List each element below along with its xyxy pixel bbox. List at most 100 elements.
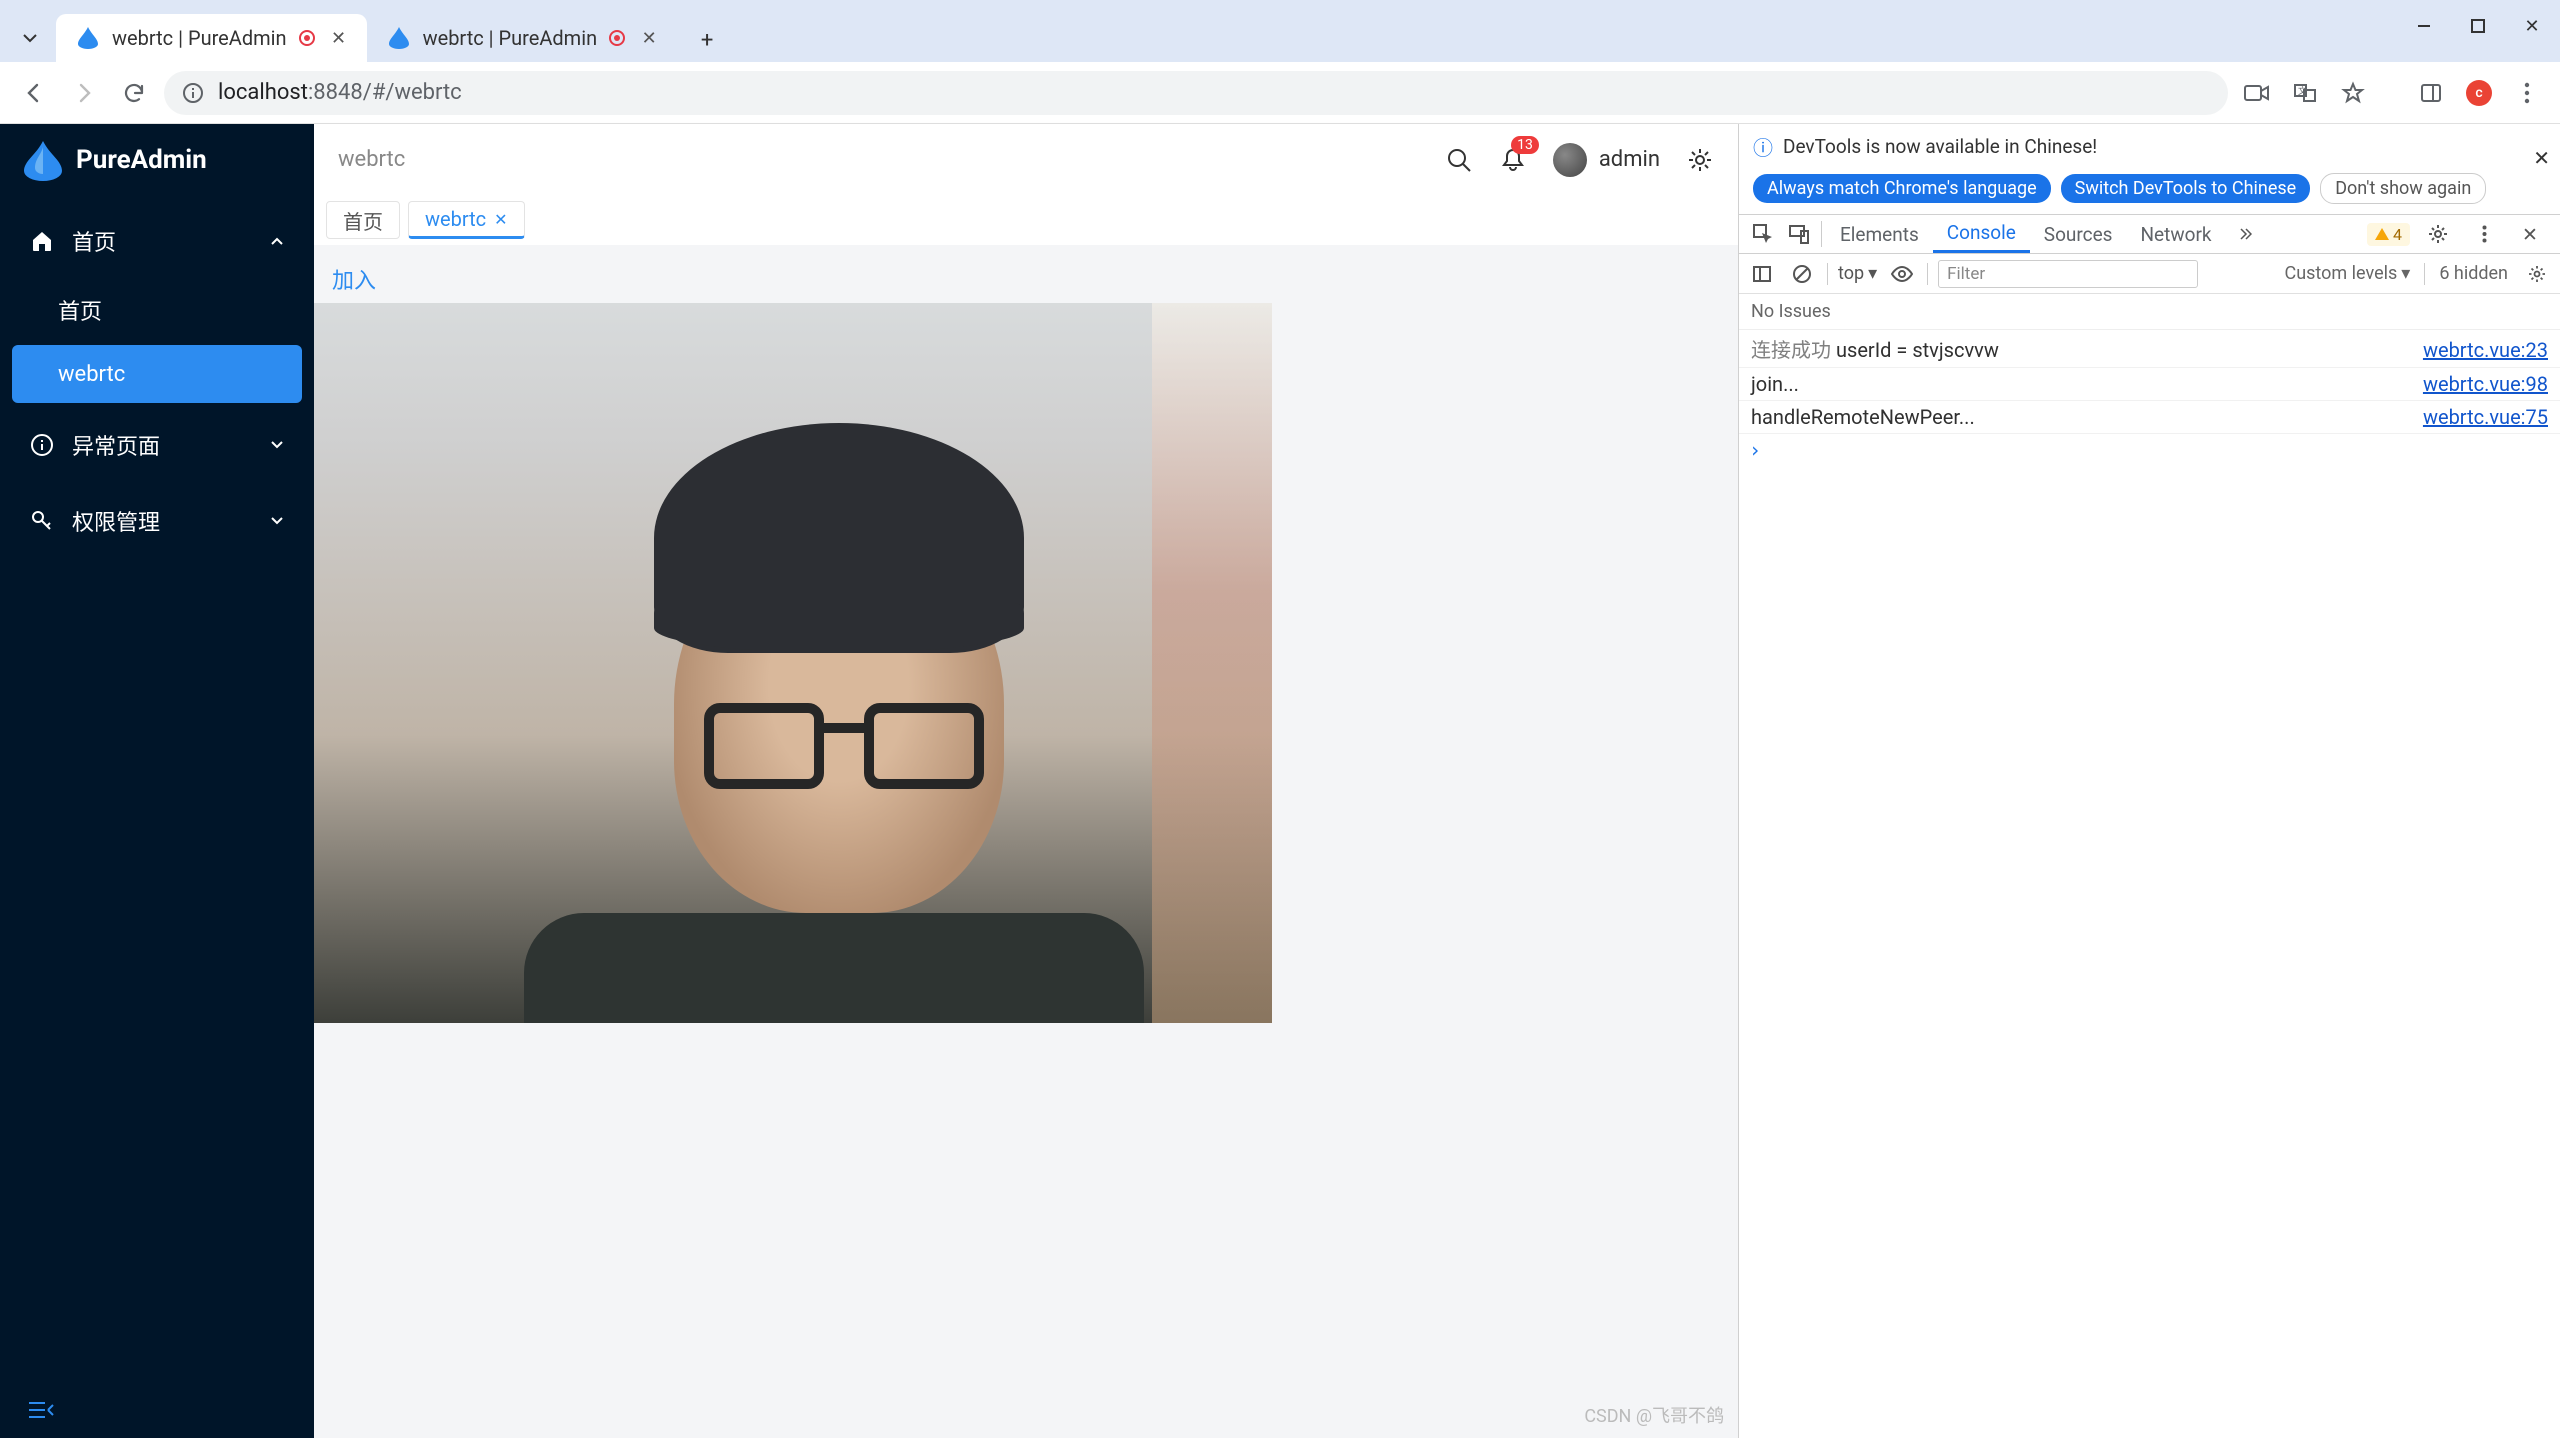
site-info-icon[interactable] bbox=[182, 82, 204, 104]
settings-gear-icon[interactable] bbox=[1686, 146, 1714, 174]
svg-text:文: 文 bbox=[2298, 85, 2307, 97]
chevron-up-icon bbox=[270, 234, 284, 248]
sidebar-item-home[interactable]: 首页 bbox=[0, 203, 314, 279]
recording-indicator-icon bbox=[299, 30, 315, 46]
tab-close-button[interactable]: ✕ bbox=[637, 26, 661, 50]
console-settings-icon[interactable] bbox=[2522, 259, 2552, 289]
tab-home[interactable]: 首页 bbox=[326, 201, 400, 239]
console-filter-input[interactable]: Filter bbox=[1938, 260, 2198, 288]
app-logo[interactable]: PureAdmin bbox=[0, 124, 314, 195]
console-log-list: 连接成功 userId = stvjscvvw webrtc.vue:23 jo… bbox=[1739, 330, 2560, 466]
window-minimize-button[interactable] bbox=[2406, 8, 2442, 44]
translate-icon[interactable]: 文 bbox=[2286, 74, 2324, 112]
sidebar-item-label: webrtc bbox=[58, 362, 125, 387]
console-log-row: join... webrtc.vue:98 bbox=[1739, 368, 2560, 401]
devtools-panel: ⓘ DevTools is now available in Chinese! … bbox=[1738, 124, 2560, 1438]
nav-forward-button[interactable] bbox=[64, 73, 104, 113]
devtools-settings-icon[interactable] bbox=[2420, 224, 2456, 244]
console-log-row: handleRemoteNewPeer... webrtc.vue:75 bbox=[1739, 401, 2560, 434]
issues-bar[interactable]: No Issues bbox=[1739, 294, 2560, 330]
sidebar-item-label: 首页 bbox=[72, 225, 116, 257]
window-maximize-button[interactable] bbox=[2460, 8, 2496, 44]
search-icon[interactable] bbox=[1445, 146, 1473, 174]
window-close-button[interactable]: ✕ bbox=[2514, 8, 2550, 44]
console-log-row: 连接成功 userId = stvjscvvw webrtc.vue:23 bbox=[1739, 330, 2560, 368]
clear-console-icon[interactable] bbox=[1787, 259, 1817, 289]
chevron-down-icon bbox=[270, 514, 284, 528]
favicon-drop-icon bbox=[387, 26, 411, 50]
devtools-close-button[interactable]: ✕ bbox=[2512, 223, 2548, 246]
panel-tabs-more-icon[interactable] bbox=[2226, 215, 2262, 253]
device-toggle-icon[interactable] bbox=[1781, 215, 1817, 253]
inspect-element-icon[interactable] bbox=[1745, 215, 1781, 253]
tab-close-icon[interactable]: ✕ bbox=[494, 210, 507, 229]
live-expression-eye-icon[interactable] bbox=[1887, 259, 1917, 289]
browser-tab-title: webrtc | PureAdmin bbox=[423, 26, 598, 50]
notification-bell-icon[interactable]: 13 bbox=[1499, 146, 1527, 174]
tab-label: 首页 bbox=[343, 206, 383, 235]
log-source-link[interactable]: webrtc.vue:23 bbox=[2423, 338, 2548, 362]
browser-tab-title: webrtc | PureAdmin bbox=[112, 26, 287, 50]
sidebar-item-permissions[interactable]: 权限管理 bbox=[0, 483, 314, 559]
browser-menu-button[interactable] bbox=[2508, 74, 2546, 112]
panel-tab-sources[interactable]: Sources bbox=[2030, 215, 2127, 253]
tab-close-button[interactable]: ✕ bbox=[327, 26, 351, 50]
user-menu[interactable]: admin bbox=[1553, 143, 1660, 177]
hidden-count: 6 hidden bbox=[2439, 263, 2508, 284]
breadcrumb: webrtc bbox=[338, 147, 405, 172]
favicon-drop-icon bbox=[76, 26, 100, 50]
sidebar-subitem-home[interactable]: 首页 bbox=[0, 279, 314, 341]
warning-triangle-icon bbox=[2375, 228, 2389, 240]
notification-badge: 13 bbox=[1511, 136, 1539, 155]
log-source-link[interactable]: webrtc.vue:98 bbox=[2423, 372, 2548, 396]
page-tabs-bar: 首页 webrtc ✕ bbox=[314, 195, 1738, 245]
chip-always-match[interactable]: Always match Chrome's language bbox=[1753, 174, 2051, 203]
chip-switch-language[interactable]: Switch DevTools to Chinese bbox=[2061, 174, 2311, 203]
console-prompt[interactable]: › bbox=[1739, 434, 2560, 466]
recording-indicator-icon bbox=[609, 30, 625, 46]
sidebar-subitem-webrtc[interactable]: webrtc bbox=[12, 345, 302, 403]
devtools-menu-icon[interactable] bbox=[2466, 225, 2502, 243]
new-tab-button[interactable]: + bbox=[689, 22, 725, 58]
collapse-sidebar-icon[interactable] bbox=[28, 1400, 54, 1420]
nav-back-button[interactable] bbox=[14, 73, 54, 113]
info-close-button[interactable]: ✕ bbox=[2533, 146, 2550, 170]
sidebar-item-error-pages[interactable]: 异常页面 bbox=[0, 407, 314, 483]
execution-context-select[interactable]: top ▾ bbox=[1838, 263, 1877, 284]
bookmark-star-icon[interactable] bbox=[2334, 74, 2372, 112]
tab-label: webrtc bbox=[425, 207, 486, 231]
url-input[interactable]: localhost:8848/#/webrtc bbox=[164, 71, 2228, 115]
key-icon bbox=[30, 509, 54, 533]
tab-webrtc[interactable]: webrtc ✕ bbox=[408, 201, 525, 239]
panel-tab-network[interactable]: Network bbox=[2126, 215, 2225, 253]
nav-reload-button[interactable] bbox=[114, 73, 154, 113]
panel-tab-console[interactable]: Console bbox=[1933, 215, 2030, 253]
browser-tab-strip: webrtc | PureAdmin ✕ webrtc | PureAdmin … bbox=[0, 0, 2560, 62]
info-icon bbox=[30, 433, 54, 457]
console-sidebar-toggle-icon[interactable] bbox=[1747, 259, 1777, 289]
sidebar-item-label: 权限管理 bbox=[72, 505, 160, 537]
profile-button[interactable]: c bbox=[2460, 74, 2498, 112]
browser-tab-1[interactable]: webrtc | PureAdmin ✕ bbox=[367, 14, 678, 62]
side-panel-icon[interactable] bbox=[2412, 74, 2450, 112]
home-icon bbox=[30, 229, 54, 253]
log-levels-select[interactable]: Custom levels ▾ bbox=[2285, 263, 2411, 284]
log-source-link[interactable]: webrtc.vue:75 bbox=[2423, 405, 2548, 429]
panel-tab-elements[interactable]: Elements bbox=[1826, 215, 1933, 253]
app-header: webrtc 13 admin bbox=[314, 124, 1738, 195]
local-video-stream bbox=[314, 303, 1272, 1023]
join-button[interactable]: 加入 bbox=[314, 255, 394, 303]
app-title: PureAdmin bbox=[76, 145, 207, 175]
chip-dont-show[interactable]: Don't show again bbox=[2320, 173, 2486, 204]
main-content: 加入 CSDN @飞哥不鸽 bbox=[314, 245, 1738, 1438]
logo-drop-icon bbox=[24, 141, 62, 179]
watermark: CSDN @飞哥不鸽 bbox=[1584, 1402, 1724, 1428]
camera-indicator-icon[interactable] bbox=[2238, 74, 2276, 112]
warnings-badge[interactable]: 4 bbox=[2367, 223, 2410, 246]
tab-search-dropdown[interactable] bbox=[12, 20, 48, 56]
username: admin bbox=[1599, 147, 1660, 172]
browser-tab-0[interactable]: webrtc | PureAdmin ✕ bbox=[56, 14, 367, 62]
url-text: localhost:8848/#/webrtc bbox=[218, 80, 462, 105]
info-circle-icon: ⓘ bbox=[1753, 132, 1773, 161]
chevron-down-icon bbox=[270, 438, 284, 452]
